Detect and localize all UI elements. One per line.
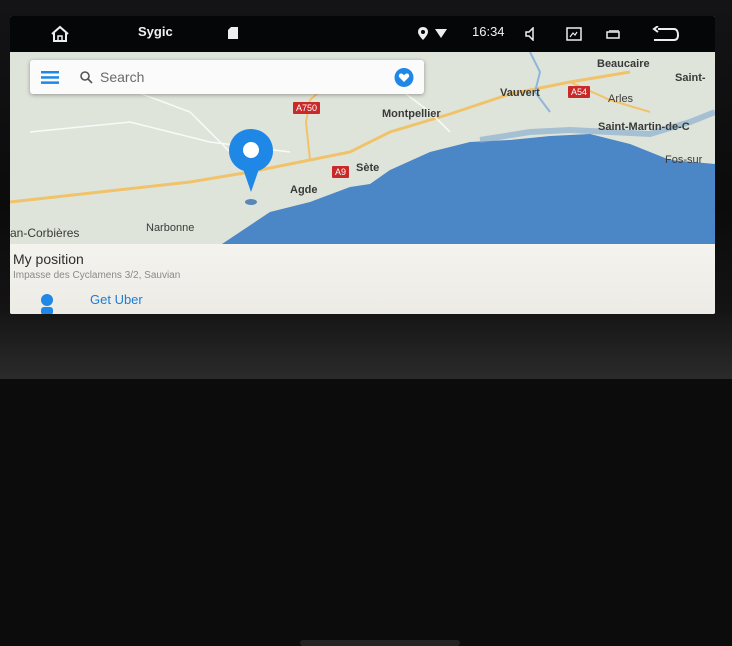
search-bar[interactable]: Search xyxy=(30,60,424,94)
get-uber-button[interactable]: Get Uber xyxy=(90,292,143,307)
device-bezel-bottom xyxy=(0,312,732,646)
location-icon xyxy=(418,27,428,40)
map-label: Montpellier xyxy=(382,108,441,120)
road-shield: A750 xyxy=(293,102,321,114)
back-icon[interactable] xyxy=(650,26,680,42)
app-name: Sygic xyxy=(138,24,173,39)
info-panel[interactable]: My position Impasse des Cyclamens 3/2, S… xyxy=(10,244,715,314)
volume-icon[interactable] xyxy=(525,27,539,41)
bezel-slot xyxy=(300,640,460,646)
favorite-heart-icon[interactable] xyxy=(394,68,414,87)
screen: Sygic 16:34 Beaucaire Saint- Vauvert A54… xyxy=(10,16,715,314)
position-title: My position xyxy=(13,251,84,267)
position-address: Impasse des Cyclamens 3/2, Sauvian xyxy=(13,270,181,281)
map-label: Saint- xyxy=(675,72,706,84)
map-label: Agde xyxy=(290,184,318,196)
home-icon[interactable] xyxy=(50,25,70,43)
search-input[interactable]: Search xyxy=(100,69,144,85)
map-label: Saint-Martin-de-C xyxy=(598,121,690,133)
recent-apps-icon[interactable] xyxy=(606,30,620,39)
map-label: Narbonne xyxy=(146,222,195,234)
map-label: Vauvert xyxy=(500,87,540,99)
search-icon xyxy=(80,71,93,84)
map-label: Sète xyxy=(356,162,380,174)
uber-icon[interactable] xyxy=(36,292,58,314)
wifi-icon xyxy=(435,29,447,38)
status-time: 16:34 xyxy=(472,24,505,39)
map-label: Beaucaire xyxy=(597,58,650,70)
status-bar: Sygic 16:34 xyxy=(10,16,715,52)
menu-icon[interactable] xyxy=(41,71,59,84)
road-shield: A54 xyxy=(568,86,591,98)
map-label: an-Corbières xyxy=(10,226,80,240)
sd-card-icon xyxy=(228,27,238,39)
road-shield: A9 xyxy=(332,166,350,178)
map-label: Fos-sur xyxy=(665,154,703,166)
map-label: Arles xyxy=(608,93,634,105)
screenshot-icon[interactable] xyxy=(566,27,582,41)
